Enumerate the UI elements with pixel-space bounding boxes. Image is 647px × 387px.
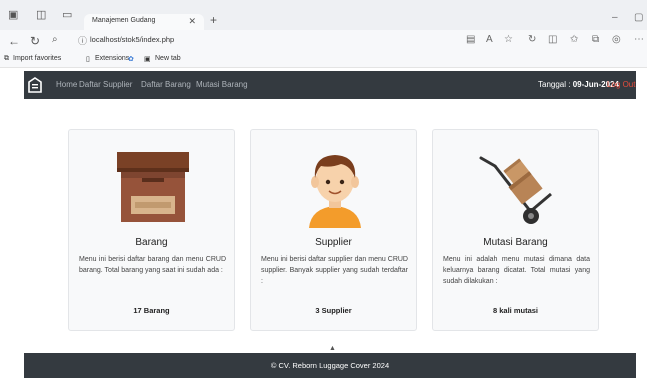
back-icon[interactable]: ← — [8, 34, 20, 48]
new-tab-icon[interactable]: + — [210, 13, 217, 27]
card-count: 3 Supplier — [315, 306, 352, 315]
refresh-icon[interactable]: ↻ — [30, 34, 40, 48]
refresh-page-icon[interactable]: ↻ — [528, 34, 536, 45]
favorites-icon[interactable]: ✩ — [570, 34, 578, 45]
card-count: 17 Barang — [133, 306, 170, 315]
newtab-icon: ▣ — [144, 56, 151, 63]
browser-menu-icon[interactable]: ▣ — [8, 8, 18, 21]
tab-actions-icon[interactable]: ▭ — [62, 8, 72, 21]
address-input[interactable]: localhost/stok5/index.php — [90, 35, 174, 44]
box-icon — [117, 152, 189, 222]
card-count: 8 kali mutasi — [492, 306, 539, 315]
collections-icon[interactable]: ⧉ — [592, 34, 599, 45]
favorite-star-icon[interactable]: ☆ — [504, 34, 513, 45]
info-icon: ⓘ — [78, 36, 88, 46]
text-size-icon[interactable]: A — [486, 34, 493, 45]
workspaces-icon[interactable]: ◫ — [36, 8, 46, 21]
card-title: Supplier — [315, 237, 352, 248]
footer-text: © CV. Reborn Luggage Cover 2024 — [270, 361, 390, 370]
card-supplier: Supplier Menu ini berisi daftar supplier… — [250, 129, 417, 331]
browser-tab-bar: ▣ ◫ ▭ Manajemen Gudang ✕ + – ▢ — [0, 0, 647, 30]
close-tab-icon[interactable]: ✕ — [188, 16, 196, 27]
person-icon — [309, 155, 361, 228]
logout-link[interactable]: Log Out — [607, 80, 635, 89]
app-navbar: Home Daftar Supplier Daftar Barang Mutas… — [24, 71, 636, 99]
search-icon[interactable]: ⌕ — [52, 34, 58, 45]
date-label: Tanggal : — [538, 80, 571, 89]
more-icon[interactable]: ⋯ — [634, 34, 644, 45]
nav-daftar-supplier[interactable]: Daftar Supplier — [79, 80, 132, 89]
card-title: Mutasi Barang — [483, 237, 548, 248]
page-footer: © CV. Reborn Luggage Cover 2024 — [24, 353, 636, 378]
favorites-item-extensions[interactable]: Extensions — [95, 55, 129, 62]
read-aloud-icon[interactable]: ▤ — [466, 34, 475, 45]
card-text: Menu ini berisi daftar barang dan menu C… — [79, 256, 226, 274]
import-favorites-icon: ⧉ — [4, 55, 9, 62]
browser-tab-title: Manajemen Gudang — [92, 17, 156, 24]
home-warehouse-icon[interactable] — [28, 77, 42, 93]
maximize-icon[interactable]: ▢ — [634, 12, 643, 23]
card-title: Barang — [135, 237, 168, 248]
nav-daftar-barang[interactable]: Daftar Barang — [141, 80, 191, 89]
address-bar-row: ← ↻ ⌕ ⓘ localhost/stok5/index.php ▤ A ☆ … — [0, 30, 647, 52]
browser-tab[interactable]: Manajemen Gudang ✕ — [84, 14, 204, 30]
extensions-icon: ▯ — [86, 56, 90, 63]
profile-icon[interactable]: ◎ — [612, 34, 621, 45]
scroll-indicator-icon: ▲ — [329, 345, 336, 352]
hand-truck-icon — [479, 156, 552, 224]
card-text: Menu ini berisi daftar supplier dan menu… — [261, 256, 408, 285]
card-barang: Barang Menu ini berisi daftar barang dan… — [68, 129, 235, 331]
favorites-bar: ⧉ Import favorites ▯ Extensions ✿ ▣ New … — [0, 52, 647, 68]
favorites-item-newtab[interactable]: New tab — [155, 55, 181, 62]
edge-icon: ✿ — [128, 56, 134, 63]
nav-mutasi-barang[interactable]: Mutasi Barang — [196, 80, 248, 89]
card-text: Menu ini adalah menu mutasi dimana data … — [443, 256, 590, 285]
minimize-icon[interactable]: – — [612, 12, 618, 23]
nav-home[interactable]: Home — [56, 80, 77, 89]
split-screen-icon[interactable]: ◫ — [548, 34, 557, 45]
favorites-item-import[interactable]: Import favorites — [13, 55, 61, 62]
card-mutasi-barang: Mutasi Barang Menu ini adalah menu mutas… — [432, 129, 599, 331]
